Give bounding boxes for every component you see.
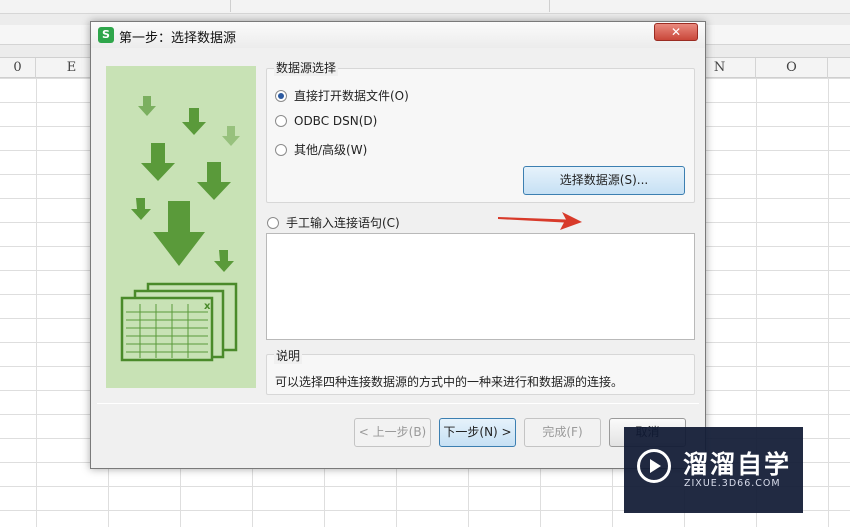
column-header-o[interactable]: O (756, 58, 828, 78)
radio-button[interactable] (275, 143, 287, 156)
next-step-button[interactable]: 下一步(N) > (439, 418, 516, 447)
radio-manual-connection[interactable]: 手工输入连接语句(C) (267, 214, 400, 231)
data-source-group-label: 数据源选择 (274, 59, 339, 76)
download-arrows-illustration: x (120, 96, 240, 362)
watermark-title: 溜溜自学 (683, 450, 792, 479)
radio-button-checked[interactable] (275, 89, 287, 102)
radio-other-advanced[interactable]: 其他/高级(W) (275, 141, 367, 158)
finish-button[interactable]: 完成(F) (524, 418, 601, 447)
data-source-dialog: S 第一步：选择数据源 ✕ x 数据源选择 直接打开数据文件(O) ODBC D… (90, 21, 706, 469)
dialog-titlebar[interactable]: S 第一步：选择数据源 ✕ (91, 22, 705, 48)
radio-label: ODBC DSN(D) (294, 114, 378, 128)
wps-app-icon: S (98, 27, 114, 43)
watermark-logo: 溜溜自学 ZIXUE.3D66.COM (624, 427, 803, 513)
formula-bar[interactable] (230, 0, 550, 12)
play-circle-icon (637, 449, 671, 483)
red-arrow-icon (498, 212, 582, 230)
watermark-subtitle: ZIXUE.3D66.COM (684, 478, 781, 489)
description-label: 说明 (274, 347, 303, 364)
close-button[interactable]: ✕ (654, 23, 698, 41)
radio-label: 手工输入连接语句(C) (286, 216, 400, 230)
radio-button[interactable] (267, 216, 279, 229)
radio-odbc-dsn[interactable]: ODBC DSN(D) (275, 114, 377, 128)
dialog-title: 第一步：选择数据源 (119, 31, 237, 46)
radio-button[interactable] (275, 115, 287, 127)
radio-label: 其他/高级(W) (294, 143, 368, 157)
connection-string-textarea[interactable] (266, 233, 695, 340)
svg-text:x: x (204, 301, 211, 312)
column-header-d[interactable]: 0 (0, 58, 36, 78)
footer-divider (97, 403, 699, 404)
radio-label: 直接打开数据文件(O) (294, 89, 409, 103)
illustration-panel: x (106, 66, 256, 388)
description-text: 可以选择四种连接数据源的方式中的一种来进行和数据源的连接。 (275, 375, 624, 389)
select-data-source-button[interactable]: 选择数据源(S)... (523, 166, 685, 195)
radio-open-data-file[interactable]: 直接打开数据文件(O) (275, 87, 409, 104)
previous-step-button[interactable]: < 上一步(B) (354, 418, 431, 447)
